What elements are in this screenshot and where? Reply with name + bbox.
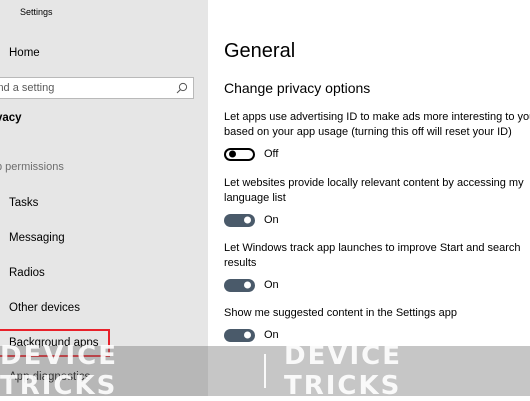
- language-list-toggle[interactable]: [224, 213, 255, 227]
- window-title: Settings: [20, 7, 53, 17]
- section-heading-privacy: vacy: [0, 112, 22, 124]
- setting-track-app-launches: Let Windows track app launches to improv…: [224, 241, 530, 293]
- nav-item-messaging[interactable]: Messaging: [0, 225, 208, 251]
- setting-description: Let Windows track app launches to improv…: [224, 242, 521, 254]
- nav-item-label: Tasks: [9, 197, 39, 209]
- setting-description: Let websites provide locally relevant co…: [224, 177, 524, 189]
- nav-item-radios[interactable]: Radios: [0, 260, 208, 286]
- watermark-text: DEVICE TRICKS: [284, 341, 402, 401]
- toggle-state-label: On: [264, 329, 279, 341]
- toggle-knob: [229, 150, 236, 158]
- watermark-text: DEVICE TRICKS: [0, 341, 118, 401]
- setting-description: results: [224, 257, 257, 269]
- setting-description: based on your app usage (turning this of…: [224, 126, 512, 138]
- track-app-launches-toggle[interactable]: [224, 278, 255, 292]
- main-content: General Change privacy options Let apps …: [208, 0, 530, 396]
- advertising-id-toggle[interactable]: [224, 147, 255, 161]
- toggle-state-label: Off: [264, 148, 279, 160]
- setting-advertising-id: Let apps use advertising ID to make ads …: [224, 110, 530, 162]
- setting-description: Show me suggested content in the Setting…: [224, 307, 457, 319]
- search-input[interactable]: [0, 82, 165, 94]
- toggle-knob: [244, 281, 251, 289]
- setting-language-list: Let websites provide locally relevant co…: [224, 176, 530, 228]
- nav-home[interactable]: Home: [0, 40, 208, 66]
- toggle-state-label: On: [264, 214, 279, 226]
- nav-item-tasks[interactable]: Tasks: [0, 190, 208, 216]
- setting-description: Let apps use advertising ID to make ads …: [224, 111, 530, 123]
- watermark-divider: [264, 354, 266, 388]
- page-title: General: [224, 40, 296, 62]
- group-heading-app-permissions: p permissions: [0, 161, 64, 173]
- sidebar: Settings Home vacy p permissions Tasks M…: [0, 0, 208, 396]
- nav-home-label: Home: [9, 47, 40, 59]
- toggle-knob: [244, 331, 251, 339]
- toggle-knob: [244, 216, 251, 224]
- nav-item-label: Messaging: [9, 232, 65, 244]
- setting-suggested-content: Show me suggested content in the Setting…: [224, 306, 530, 343]
- setting-description: language list: [224, 192, 286, 204]
- nav-item-other-devices[interactable]: Other devices: [0, 295, 208, 321]
- search-icon[interactable]: [176, 82, 188, 94]
- nav-item-label: Radios: [9, 267, 45, 279]
- watermark-banner: DEVICE TRICKS DEVICE TRICKS: [0, 341, 530, 401]
- suggested-content-toggle[interactable]: [224, 328, 255, 342]
- settings-window: Settings Home vacy p permissions Tasks M…: [0, 0, 530, 401]
- nav-item-label: Other devices: [9, 302, 80, 314]
- toggle-state-label: On: [264, 279, 279, 291]
- search-box[interactable]: [0, 77, 194, 99]
- section-title: Change privacy options: [224, 80, 371, 96]
